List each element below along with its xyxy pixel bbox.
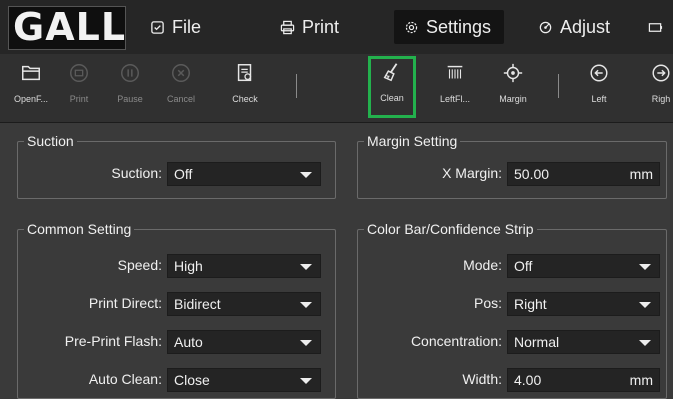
pre-print-flash-dropdown[interactable]: Auto: [167, 330, 321, 354]
folder-icon: [22, 65, 40, 81]
check-label: Check: [232, 94, 258, 104]
margin-setting-title: Margin Setting: [364, 133, 461, 149]
cancel-label: Cancel: [166, 94, 195, 104]
pos-value: Right: [514, 296, 547, 312]
cancel-icon: [172, 64, 190, 82]
check-button[interactable]: Check: [222, 58, 268, 118]
menu-settings-label: Settings: [426, 16, 492, 37]
pos-label: Pos:: [473, 295, 502, 311]
menu-file-label: File: [172, 16, 202, 37]
common-setting-group: Common Setting Speed: High Print Direct:…: [17, 221, 336, 399]
concentration-dropdown[interactable]: Normal: [507, 330, 660, 354]
chevron-down-icon: [300, 378, 312, 384]
left-flash-label: LeftFl...: [439, 94, 470, 104]
speed-dropdown[interactable]: High: [167, 254, 321, 278]
chevron-down-icon: [300, 340, 312, 346]
menu-settings[interactable]: Settings: [394, 10, 504, 44]
chevron-down-icon: [639, 302, 651, 308]
pre-print-flash-label: Pre-Print Flash:: [64, 333, 162, 349]
print-direct-value: Bidirect: [174, 296, 221, 312]
print-direct-dropdown[interactable]: Bidirect: [167, 292, 321, 316]
right-label: Righ: [651, 94, 671, 104]
mode-label: Mode:: [463, 257, 502, 273]
suction-group: Suction Suction: Off: [17, 133, 336, 199]
print-button[interactable]: Print: [56, 58, 102, 118]
file-icon: [151, 20, 164, 34]
speed-value: High: [174, 258, 203, 274]
chevron-down-icon: [300, 172, 312, 178]
suction-value: Off: [174, 166, 193, 182]
x-margin-value: 50.00: [514, 166, 550, 182]
brand-logo-text: GALL: [13, 6, 126, 49]
brand-logo: GALL: [8, 6, 126, 50]
top-menu-bar: GALL File Print Settings Adjust: [0, 0, 673, 54]
x-margin-unit: mm: [629, 166, 653, 182]
menu-more-icon[interactable]: [648, 10, 663, 44]
color-bar-title: Color Bar/Confidence Strip: [364, 221, 537, 237]
menu-adjust-label: Adjust: [560, 16, 611, 37]
cancel-button[interactable]: Cancel: [158, 58, 204, 118]
suction-dropdown[interactable]: Off: [167, 162, 321, 186]
pre-print-flash-value: Auto: [174, 334, 203, 350]
width-input[interactable]: 4.00 mm: [507, 368, 660, 392]
margin-label: Margin: [499, 94, 527, 104]
concentration-value: Normal: [514, 334, 560, 350]
auto-clean-label: Auto Clean:: [88, 371, 162, 387]
menu-print[interactable]: Print: [270, 10, 349, 44]
clean-label: Clean: [380, 93, 404, 103]
battery-icon: [648, 22, 663, 32]
arrow-left-icon: [590, 64, 608, 82]
adjust-icon: [539, 21, 552, 33]
open-file-button[interactable]: OpenF...: [8, 58, 54, 118]
auto-clean-dropdown[interactable]: Close: [167, 368, 321, 392]
check-document-icon: [237, 64, 252, 82]
menu-print-label: Print: [302, 16, 340, 37]
arrow-right-icon: [652, 64, 670, 82]
chevron-down-icon: [639, 264, 651, 270]
left-button[interactable]: Left: [576, 58, 622, 118]
toolbar-divider: [296, 74, 297, 98]
brush-icon: [383, 63, 398, 82]
pause-button[interactable]: Pause: [107, 58, 153, 118]
printer-icon: [70, 64, 88, 82]
left-flash-button[interactable]: LeftFl...: [432, 58, 478, 118]
pause-icon: [121, 64, 139, 82]
speed-label: Speed:: [117, 257, 162, 273]
pause-label: Pause: [117, 94, 143, 104]
suction-label: Suction:: [111, 165, 162, 181]
concentration-label: Concentration:: [410, 333, 502, 349]
width-value: 4.00: [514, 372, 542, 388]
print-label: Print: [69, 94, 89, 104]
menu-file[interactable]: File: [140, 10, 211, 44]
color-bar-group: Color Bar/Confidence Strip Mode: Off Pos…: [357, 221, 667, 399]
chevron-down-icon: [300, 264, 312, 270]
auto-clean-value: Close: [174, 372, 210, 388]
margin-button[interactable]: Margin: [490, 58, 536, 118]
common-setting-title: Common Setting: [24, 221, 135, 237]
chevron-down-icon: [639, 340, 651, 346]
gear-icon: [405, 21, 418, 33]
width-label: Width:: [462, 371, 502, 387]
toolbar: OpenF... Print Pause Cancel Check Clean …: [0, 54, 673, 123]
toolbar-divider: [558, 74, 559, 98]
target-icon: [503, 63, 523, 83]
print-direct-label: Print Direct:: [88, 295, 162, 311]
margin-setting-group: Margin Setting X Margin: 50.00 mm: [357, 133, 667, 199]
left-label: Left: [591, 94, 607, 104]
flash-bars-icon: [447, 65, 463, 79]
suction-group-title: Suction: [24, 133, 77, 149]
pos-dropdown[interactable]: Right: [507, 292, 660, 316]
printer-icon: [280, 20, 295, 34]
right-button[interactable]: Righ: [638, 58, 673, 118]
mode-value: Off: [514, 258, 533, 274]
open-file-label: OpenF...: [13, 94, 49, 104]
mode-dropdown[interactable]: Off: [507, 254, 660, 278]
menu-adjust[interactable]: Adjust: [528, 10, 620, 44]
chevron-down-icon: [300, 302, 312, 308]
x-margin-label: X Margin:: [442, 165, 502, 181]
x-margin-input[interactable]: 50.00 mm: [507, 162, 660, 186]
clean-button[interactable]: Clean: [368, 56, 416, 118]
width-unit: mm: [629, 372, 653, 388]
